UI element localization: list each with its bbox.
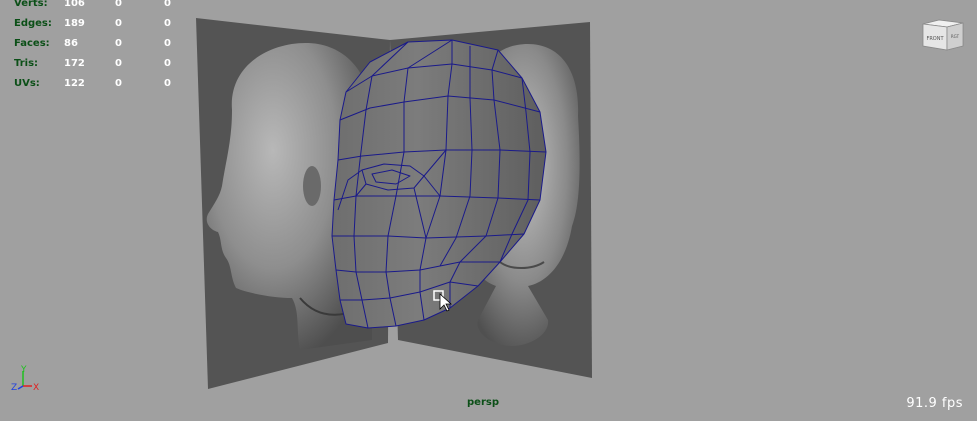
hud-value: 0 [164, 18, 171, 29]
hud-label: Tris: [14, 58, 39, 69]
view-cube-right-label[interactable]: RGT [951, 34, 960, 39]
hud-value: 0 [164, 78, 171, 89]
view-cube-icon[interactable]: FRONT RGT [921, 16, 965, 52]
hud-value: 0 [115, 58, 122, 69]
hud-value: 122 [64, 78, 85, 89]
fps-counter: 91.9 fps [906, 396, 963, 411]
hud-value: 172 [64, 58, 85, 69]
hud-value: 0 [115, 0, 122, 9]
hud-value: 86 [64, 38, 78, 49]
hud-value: 106 [64, 0, 85, 9]
hud-label: Faces: [14, 38, 50, 49]
hud-value: 0 [164, 38, 171, 49]
axis-gizmo-icon: Y X Z [11, 365, 39, 393]
hud-value: 189 [64, 18, 85, 29]
hud-label: Verts: [14, 0, 48, 9]
axis-x-label: X [33, 383, 39, 393]
hud-value: 0 [115, 78, 122, 89]
camera-name-label: persp [467, 397, 499, 408]
hud-value: 0 [164, 0, 171, 9]
hud-label: UVs: [14, 78, 40, 89]
hud-value: 0 [164, 58, 171, 69]
axis-z-label: Z [11, 383, 17, 393]
axis-y-label: Y [20, 365, 27, 375]
hud-value: 0 [115, 38, 122, 49]
view-cube-front-label[interactable]: FRONT [926, 36, 944, 42]
hud-value: 0 [115, 18, 122, 29]
hud-label: Edges: [14, 18, 52, 29]
viewport-3d[interactable]: Verts: 106 0 0 Edges: 189 0 0 Faces: 86 … [0, 0, 977, 417]
scene[interactable] [0, 0, 977, 417]
